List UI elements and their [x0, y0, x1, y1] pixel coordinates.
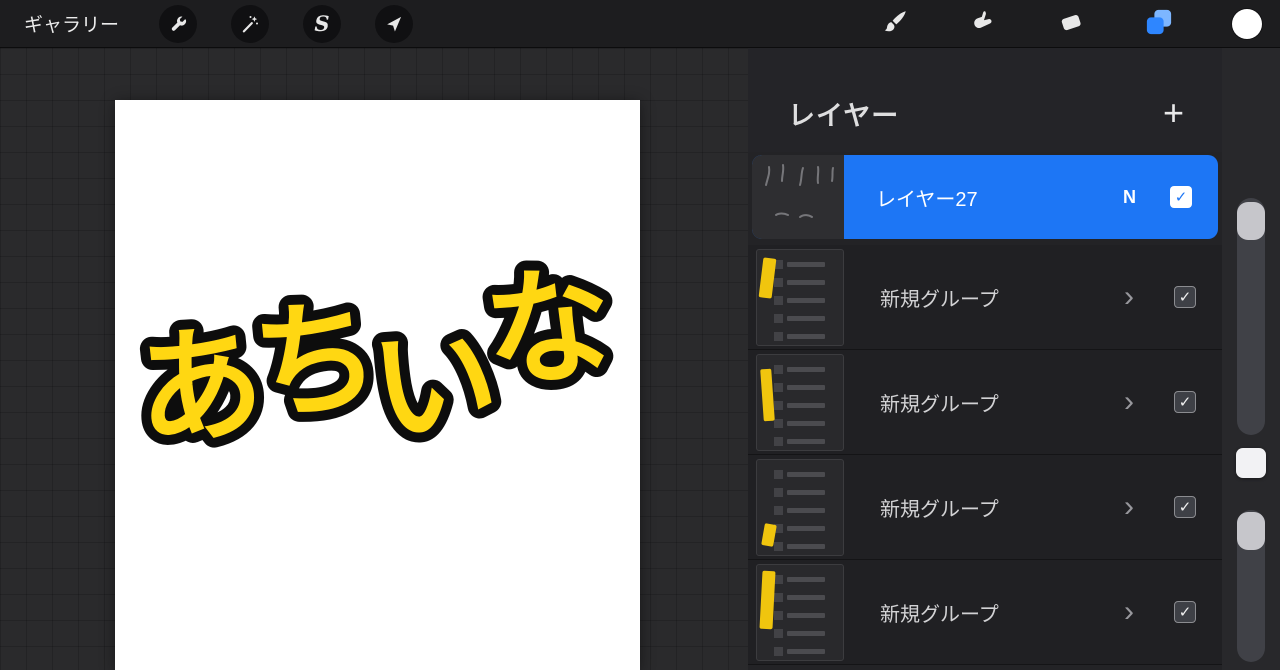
group-name: 新規グループ [880, 603, 999, 626]
layer-group-list: 新規グループ › ✓ 新規グループ › ✓ 新規グループ › ✓ 新規グループ … [748, 245, 1222, 665]
layers-icon [1144, 7, 1174, 40]
smudge-button[interactable] [966, 7, 1000, 41]
layers-panel: レイヤー + レイヤー27 N ✓ 新規グループ › ✓ 新規グループ › ✓ … [748, 48, 1222, 670]
chevron-right-icon[interactable]: › [1124, 492, 1134, 522]
eraser-button[interactable] [1054, 7, 1088, 41]
lettering-artwork: あちいな [121, 240, 628, 484]
group-row-1[interactable]: 新規グループ › ✓ [748, 245, 1222, 350]
letter-chi: ち [247, 282, 385, 439]
toolbar-right-group [878, 7, 1280, 41]
color-swatch [1232, 8, 1262, 39]
layer-visibility-checkbox[interactable]: ✓ [1170, 186, 1192, 208]
layer-thumbnail[interactable] [752, 155, 844, 239]
smudge-finger-icon [969, 8, 997, 39]
layers-button[interactable] [1142, 7, 1176, 41]
group-name: 新規グループ [880, 498, 999, 521]
sidebar [1222, 48, 1280, 670]
group-row-2[interactable]: 新規グループ › ✓ [748, 350, 1222, 455]
selection-button[interactable]: S [303, 4, 342, 43]
magic-wand-icon [240, 14, 260, 34]
group-visibility-checkbox[interactable]: ✓ [1174, 391, 1196, 413]
chevron-right-icon[interactable]: › [1124, 387, 1134, 417]
sketch-preview [765, 164, 834, 218]
group-visibility-checkbox[interactable]: ✓ [1174, 286, 1196, 308]
brush-icon [881, 8, 909, 39]
wrench-icon [168, 14, 188, 34]
modify-button[interactable] [1236, 448, 1266, 478]
color-button[interactable] [1230, 7, 1264, 41]
letter-a: あ [131, 308, 269, 465]
procreate-app: ギャラリー S あちいな レイヤー + レイヤー27 N ✓ 新規グループ › … [0, 0, 1280, 670]
add-layer-button[interactable]: + [1159, 95, 1188, 131]
eraser-icon [1057, 8, 1085, 39]
canvas[interactable]: あちいな [115, 100, 640, 670]
letter-i: い [366, 306, 504, 463]
brush-size-slider[interactable] [1237, 198, 1265, 435]
blend-mode-button[interactable]: N [1123, 187, 1136, 208]
thumb-accent [759, 570, 776, 629]
group-thumbnail[interactable] [756, 248, 844, 346]
transform-arrow-icon [384, 14, 404, 34]
group-thumbnail[interactable] [756, 353, 844, 451]
selection-s-icon: S [314, 11, 330, 36]
group-visibility-checkbox[interactable]: ✓ [1174, 496, 1196, 518]
layers-panel-header: レイヤー + [748, 48, 1222, 152]
top-toolbar: ギャラリー S [0, 0, 1280, 48]
group-name: 新規グループ [880, 393, 999, 416]
adjustments-button[interactable] [231, 4, 270, 43]
group-thumbnail[interactable] [756, 563, 844, 661]
group-visibility-checkbox[interactable]: ✓ [1174, 601, 1196, 623]
thumb-accent [760, 368, 775, 421]
brush-button[interactable] [878, 7, 912, 41]
chevron-right-icon[interactable]: › [1124, 282, 1134, 312]
letter-na: な [479, 250, 617, 407]
svg-text:あちいな: あちいな [128, 250, 621, 484]
group-thumbnail[interactable] [756, 458, 844, 556]
layer-row-selected[interactable]: レイヤー27 N ✓ [752, 155, 1218, 239]
layer-name: レイヤー27 [876, 188, 978, 211]
gallery-button[interactable]: ギャラリー [24, 10, 119, 37]
group-row-4[interactable]: 新規グループ › ✓ [748, 560, 1222, 665]
layers-panel-title: レイヤー [788, 100, 900, 131]
chevron-right-icon[interactable]: › [1124, 597, 1134, 627]
toolbar-left-group: ギャラリー S [0, 4, 414, 43]
actions-button[interactable] [159, 4, 198, 43]
group-row-3[interactable]: 新規グループ › ✓ [748, 455, 1222, 560]
group-name: 新規グループ [880, 288, 999, 311]
opacity-slider[interactable] [1237, 510, 1265, 662]
opacity-handle[interactable] [1237, 512, 1265, 550]
transform-button[interactable] [375, 4, 414, 43]
thumb-accent [758, 256, 777, 299]
brush-size-handle[interactable] [1237, 202, 1265, 240]
